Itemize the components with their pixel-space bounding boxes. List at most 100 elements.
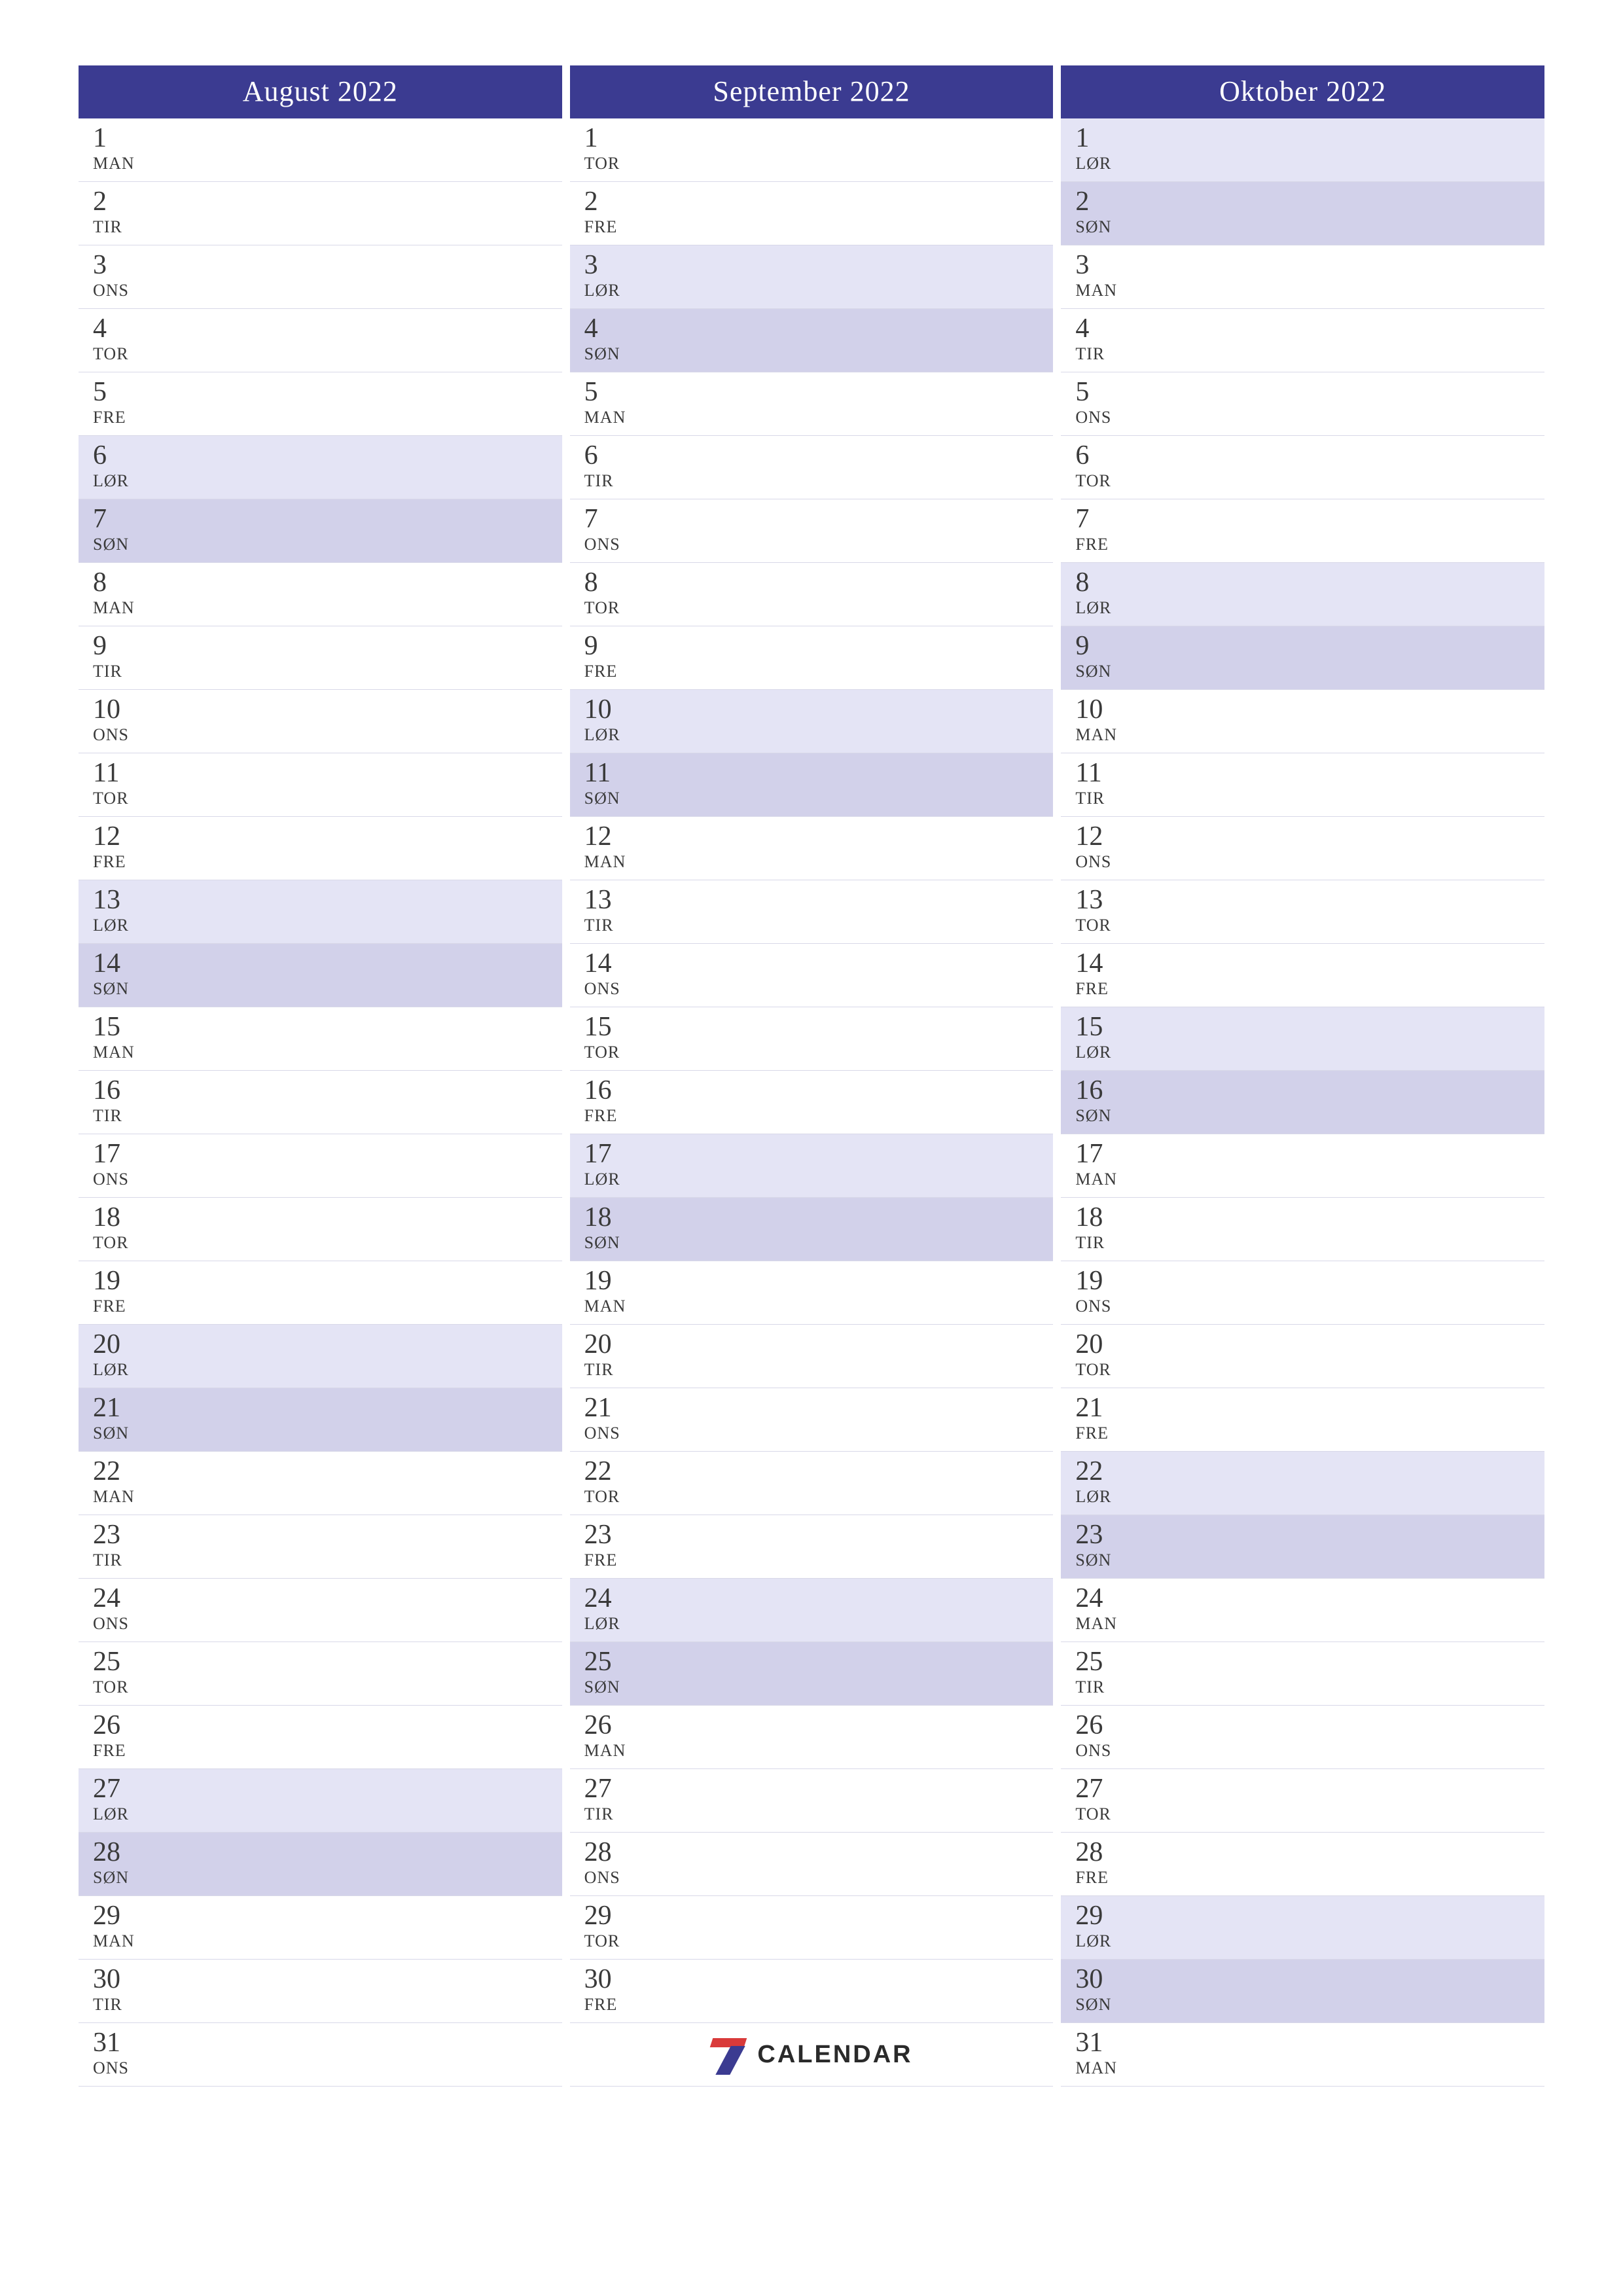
day-weekday: FRE	[1075, 979, 1544, 999]
day-cell: 3ONS	[79, 245, 562, 309]
day-weekday: ONS	[93, 1170, 562, 1189]
day-cell: 10LØR	[570, 690, 1054, 753]
day-number: 9	[93, 632, 562, 660]
day-number: 15	[93, 1013, 562, 1041]
day-weekday: MAN	[1075, 1170, 1544, 1189]
day-cell: 2TIR	[79, 182, 562, 245]
day-weekday: MAN	[1075, 725, 1544, 745]
day-weekday: TOR	[1075, 1360, 1544, 1380]
day-weekday: LØR	[1075, 1931, 1544, 1951]
day-number: 3	[93, 251, 562, 279]
day-number: 18	[1075, 1203, 1544, 1232]
day-cell: 16TIR	[79, 1071, 562, 1134]
day-weekday: TOR	[584, 1043, 1054, 1062]
day-weekday: FRE	[584, 1995, 1054, 2015]
day-number: 29	[584, 1901, 1054, 1930]
day-number: 9	[1075, 632, 1544, 660]
day-number: 15	[1075, 1013, 1544, 1041]
day-weekday: LØR	[584, 725, 1054, 745]
day-weekday: SØN	[1075, 662, 1544, 681]
day-cell: 25TIR	[1061, 1642, 1544, 1706]
day-cell: 25TOR	[79, 1642, 562, 1706]
month-column-august: August 2022 1MAN2TIR3ONS4TOR5FRE6LØR7SØN…	[79, 65, 562, 2087]
day-weekday: FRE	[1075, 535, 1544, 554]
day-weekday: ONS	[93, 1614, 562, 1634]
day-number: 25	[93, 1647, 562, 1676]
day-cell: 12FRE	[79, 817, 562, 880]
day-number: 22	[584, 1457, 1054, 1486]
day-weekday: TIR	[584, 471, 1054, 491]
day-number: 11	[1075, 759, 1544, 787]
day-weekday: TIR	[1075, 789, 1544, 808]
day-cell: 5FRE	[79, 372, 562, 436]
days-list: 1TOR2FRE3LØR4SØN5MAN6TIR7ONS8TOR9FRE10LØ…	[570, 118, 1054, 2087]
day-number: 28	[93, 1838, 562, 1867]
day-weekday: TIR	[93, 1995, 562, 2015]
day-number: 23	[1075, 1520, 1544, 1549]
day-cell: 9 TIR	[79, 626, 562, 690]
day-weekday: MAN	[1075, 1614, 1544, 1634]
day-number: 29	[93, 1901, 562, 1930]
day-cell: 7 ONS	[570, 499, 1054, 563]
day-weekday: FRE	[93, 852, 562, 872]
day-number: 12	[1075, 822, 1544, 851]
day-cell: 17 ONS	[79, 1134, 562, 1198]
day-weekday: MAN	[93, 154, 562, 173]
calendar-grid: August 2022 1MAN2TIR3ONS4TOR5FRE6LØR7SØN…	[79, 65, 1544, 2087]
day-weekday: TOR	[584, 1931, 1054, 1951]
day-number: 1	[93, 124, 562, 152]
day-cell: 20TOR	[1061, 1325, 1544, 1388]
day-cell: 16SØN	[1061, 1071, 1544, 1134]
day-number: 7	[584, 505, 1054, 533]
day-weekday: MAN	[584, 1741, 1054, 1761]
day-weekday: FRE	[584, 662, 1054, 681]
day-weekday: ONS	[584, 535, 1054, 554]
day-cell: 13LØR	[79, 880, 562, 944]
day-weekday: TIR	[1075, 1233, 1544, 1253]
day-number: 24	[584, 1584, 1054, 1613]
day-number: 17	[93, 1139, 562, 1168]
day-cell: 1TOR	[570, 118, 1054, 182]
day-number: 2	[1075, 187, 1544, 216]
month-column-oktober: Oktober 2022 1LØR2SØN3MAN4TIR5ONS6TOR7FR…	[1061, 65, 1544, 2087]
day-cell: 19FRE	[79, 1261, 562, 1325]
day-number: 5	[584, 378, 1054, 406]
seven-icon	[710, 2036, 748, 2073]
day-cell: 23SØN	[1061, 1515, 1544, 1579]
day-number: 14	[1075, 949, 1544, 978]
day-cell: 28SØN	[79, 1833, 562, 1896]
day-number: 29	[1075, 1901, 1544, 1930]
day-number: 18	[584, 1203, 1054, 1232]
day-cell: 12ONS	[1061, 817, 1544, 880]
day-weekday: TOR	[93, 1677, 562, 1697]
day-cell: 13 TIR	[570, 880, 1054, 944]
day-cell: 30FRE	[570, 1960, 1054, 2023]
day-number: 15	[584, 1013, 1054, 1041]
day-weekday: TOR	[584, 598, 1054, 618]
month-header: August 2022	[79, 65, 562, 118]
day-cell: 14SØN	[79, 944, 562, 1007]
day-number: 28	[584, 1838, 1054, 1867]
day-weekday: LØR	[584, 1170, 1054, 1189]
day-weekday: ONS	[1075, 408, 1544, 427]
day-number: 21	[1075, 1393, 1544, 1422]
month-header: September 2022	[570, 65, 1054, 118]
day-cell: 9 SØN	[1061, 626, 1544, 690]
day-cell: 6TOR	[1061, 436, 1544, 499]
day-cell: 29TOR	[570, 1896, 1054, 1960]
day-weekday: ONS	[93, 725, 562, 745]
day-weekday: TOR	[1075, 1804, 1544, 1824]
day-cell: 15LØR	[1061, 1007, 1544, 1071]
day-cell: 17MAN	[1061, 1134, 1544, 1198]
day-cell: 4TOR	[79, 309, 562, 372]
day-cell: 15MAN	[79, 1007, 562, 1071]
day-weekday: TIR	[584, 1804, 1054, 1824]
day-cell: 21SØN	[79, 1388, 562, 1452]
day-number: 26	[93, 1711, 562, 1740]
day-number: 17	[584, 1139, 1054, 1168]
day-number: 30	[584, 1965, 1054, 1994]
day-number: 13	[584, 886, 1054, 914]
day-weekday: TIR	[93, 662, 562, 681]
day-cell: 25SØN	[570, 1642, 1054, 1706]
day-weekday: TIR	[584, 916, 1054, 935]
